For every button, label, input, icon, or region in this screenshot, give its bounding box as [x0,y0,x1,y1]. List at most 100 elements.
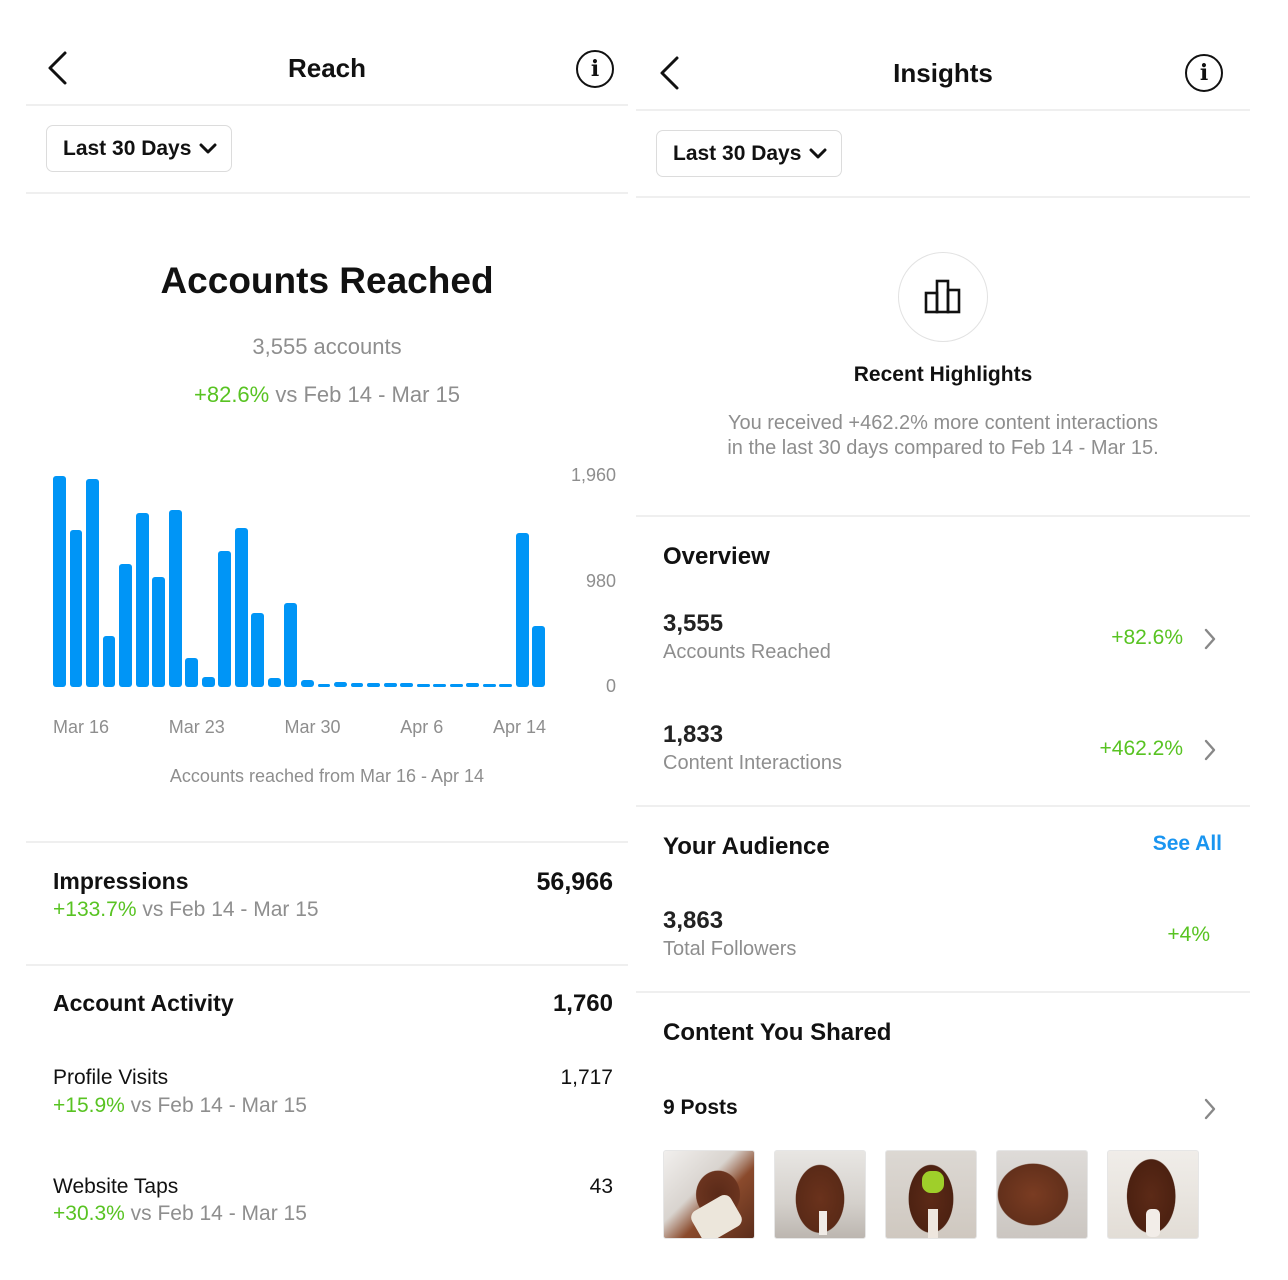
section-divider [636,805,1250,807]
chart-bar [69,529,83,687]
impressions-change-line: +133.7% vs Feb 14 - Mar 15 [53,898,319,922]
accounts-reached-title: Accounts Reached [160,260,494,301]
page-title: Insights [893,58,993,88]
highlights-title: Recent Highlights [853,363,1033,386]
accounts-reached-label: Accounts Reached [663,641,831,663]
chart-bar [86,478,99,687]
content-interactions-label: Content Interactions [663,752,842,774]
website-taps-value: 43 [589,1175,613,1198]
x-tick-label: Apr 14 [493,717,547,737]
chart-bar [102,635,116,687]
accounts-change: +82.6% [194,382,270,407]
chevron-right-icon[interactable] [1203,627,1217,651]
x-tick-label: Mar 16 [53,717,110,737]
x-tick-label: Mar 30 [284,717,341,737]
chart-caption: Accounts reached from Mar 16 - Apr 14 [169,766,485,786]
header-divider [26,104,628,106]
chart-bar [350,683,364,687]
filter-divider [26,192,628,194]
impressions-value: 56,966 [536,868,613,896]
content-interactions-value: 1,833 [663,721,724,748]
section-divider [26,841,628,843]
website-taps-label: Website Taps [53,1175,179,1198]
highlights-icon-circle [898,252,988,342]
account-activity-value: 1,760 [552,990,613,1017]
account-activity-label: Account Activity [53,990,234,1016]
chart-bar [317,684,331,687]
highlights-description: You received +462.2% more content intera… [636,411,1250,461]
chart-plot-area [53,476,549,687]
section-divider [636,991,1250,993]
date-range-label: Last 30 Days [673,141,802,165]
reach-screen: Reach i Last 30 Days Accounts Reached 3,… [26,0,628,1280]
posts-count-label: 9 Posts [663,1096,738,1119]
chart-bar [234,527,248,687]
accounts-reached-chart: 1,960 980 0 Mar 16 Mar 23 Mar 30 Apr 6 Apr 14 [26,460,628,750]
chart-bar [284,602,298,687]
post-thumbnail-3[interactable] [885,1150,977,1239]
chart-bar [466,682,480,687]
x-tick-label: Mar 23 [168,717,225,737]
date-range-label: Last 30 Days [63,136,192,160]
impressions-label: Impressions [53,868,189,894]
post-thumbnail-5[interactable] [1107,1150,1199,1239]
chart-bar [400,683,414,687]
post-thumbnail-1[interactable] [663,1150,755,1239]
chart-bar [185,657,199,687]
chart-bar [267,677,281,687]
section-divider [26,964,628,966]
insights-screen: Insights i Last 30 Days Recent Highlight… [636,0,1250,1280]
see-all-link[interactable]: See All [1153,832,1222,856]
info-icon[interactable]: i [576,50,614,88]
chart-bar [482,684,496,687]
accounts-reached-change: +82.6% [1111,626,1183,649]
impressions-comparison: vs Feb 14 - Mar 15 [136,898,319,921]
chart-bar [515,532,529,687]
content-shared-title: Content You Shared [663,1019,892,1046]
chart-bar [383,683,397,687]
audience-title: Your Audience [663,833,830,860]
accounts-reached-value: 3,555 [663,610,724,637]
x-tick-label: Apr 6 [400,717,444,737]
chevron-right-icon[interactable] [1203,738,1217,762]
chart-bar [152,577,166,687]
chart-bar [168,510,182,687]
profile-visits-change: +15.9% [53,1094,125,1117]
chart-bar [334,682,347,687]
total-followers-label: Total Followers [663,938,797,960]
accounts-change-line: +82.6% vs Feb 14 - Mar 15 [26,382,628,408]
page-title: Reach [287,53,367,83]
website-taps-change: +30.3% [53,1202,125,1225]
chart-bar [119,563,133,687]
chart-bar [449,684,463,687]
chart-bar [532,625,546,687]
total-followers-change: +4% [1167,923,1210,946]
chart-bar [416,684,430,687]
y-tick-label: 1,960 [570,465,616,485]
highlights-line-1: You received +462.2% more content intera… [727,412,1159,434]
profile-visits-label: Profile Visits [53,1066,169,1089]
chart-bar [301,679,314,687]
date-range-dropdown[interactable]: Last 30 Days [656,130,843,177]
total-followers-value: 3,863 [663,907,724,934]
chart-bar [251,613,265,687]
chevron-down-icon [809,148,827,158]
profile-visits-value: 1,717 [560,1066,613,1089]
y-tick-label: 0 [605,676,616,696]
chart-bar [135,512,149,687]
accounts-comparison: vs Feb 14 - Mar 15 [269,382,460,407]
date-range-dropdown[interactable]: Last 30 Days [46,125,233,172]
website-taps-change-line: +30.3% vs Feb 14 - Mar 15 [53,1202,307,1226]
highlights-line-2: in the last 30 days compared to Feb 14 -… [727,437,1159,459]
post-thumbnail-2[interactable] [774,1150,866,1239]
chevron-right-icon[interactable] [1203,1097,1217,1121]
chevron-down-icon [199,143,217,153]
chart-bar [433,684,447,687]
y-tick-label: 980 [585,570,616,591]
accounts-count: 3,555 accounts [252,334,402,359]
post-thumbnail-4[interactable] [996,1150,1088,1239]
info-icon[interactable]: i [1185,54,1223,92]
profile-visits-change-line: +15.9% vs Feb 14 - Mar 15 [53,1094,307,1118]
impressions-change: +133.7% [53,898,137,921]
profile-visits-comparison: vs Feb 14 - Mar 15 [124,1094,307,1117]
